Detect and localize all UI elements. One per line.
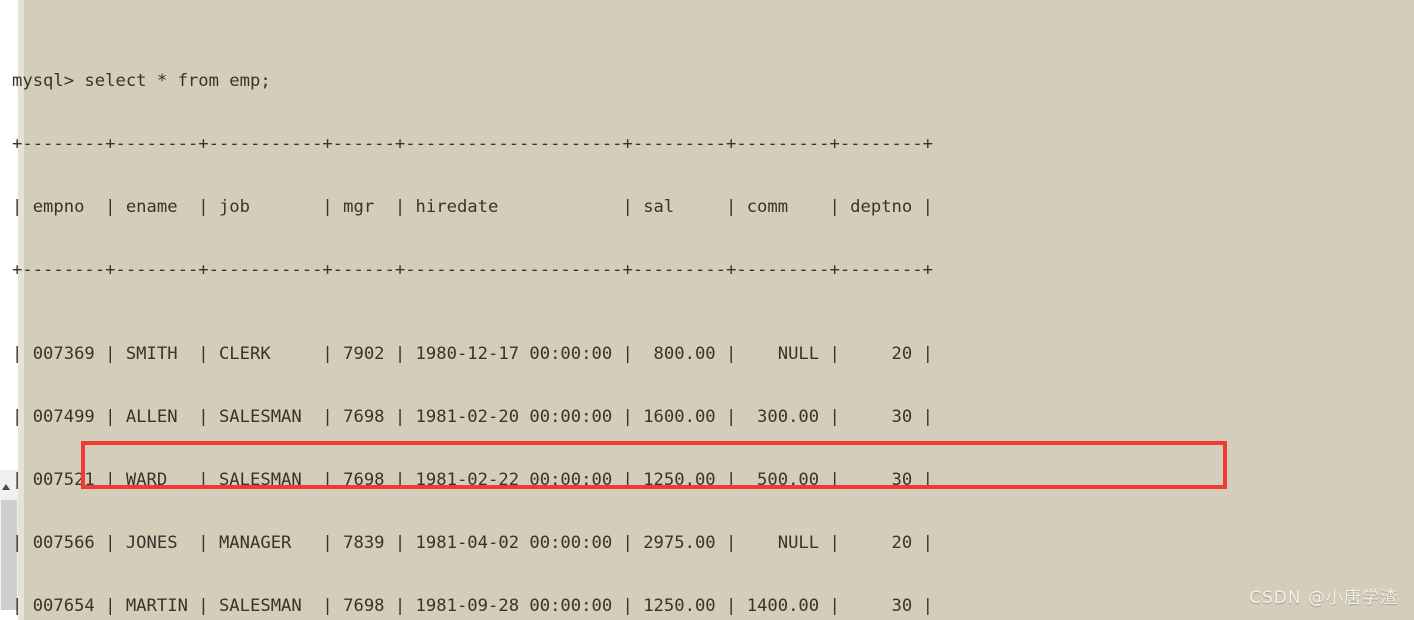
terminal-window: mysql> select * from emp; +--------+----… (0, 0, 1414, 620)
table-separator-top: +--------+--------+-----------+------+--… (12, 134, 933, 154)
table-row: | 007521 | WARD | SALESMAN | 7698 | 1981… (12, 470, 933, 490)
table-header-row: | empno | ename | job | mgr | hiredate |… (12, 197, 933, 217)
scroll-up-arrow-icon[interactable] (2, 484, 10, 490)
table-row: | 007566 | JONES | MANAGER | 7839 | 1981… (12, 533, 933, 553)
table-row: | 007499 | ALLEN | SALESMAN | 7698 | 198… (12, 407, 933, 427)
table-row: | 007654 | MARTIN | SALESMAN | 7698 | 19… (12, 596, 933, 616)
table-row: | 007369 | SMITH | CLERK | 7902 | 1980-1… (12, 344, 933, 364)
table-separator-header: +--------+--------+-----------+------+--… (12, 260, 933, 280)
csdn-watermark: CSDN @小唐学渣 (1249, 588, 1398, 608)
prompt-line-query1: mysql> select * from emp; (12, 71, 271, 91)
terminal-output[interactable]: mysql> select * from emp; +--------+----… (12, 8, 1402, 618)
